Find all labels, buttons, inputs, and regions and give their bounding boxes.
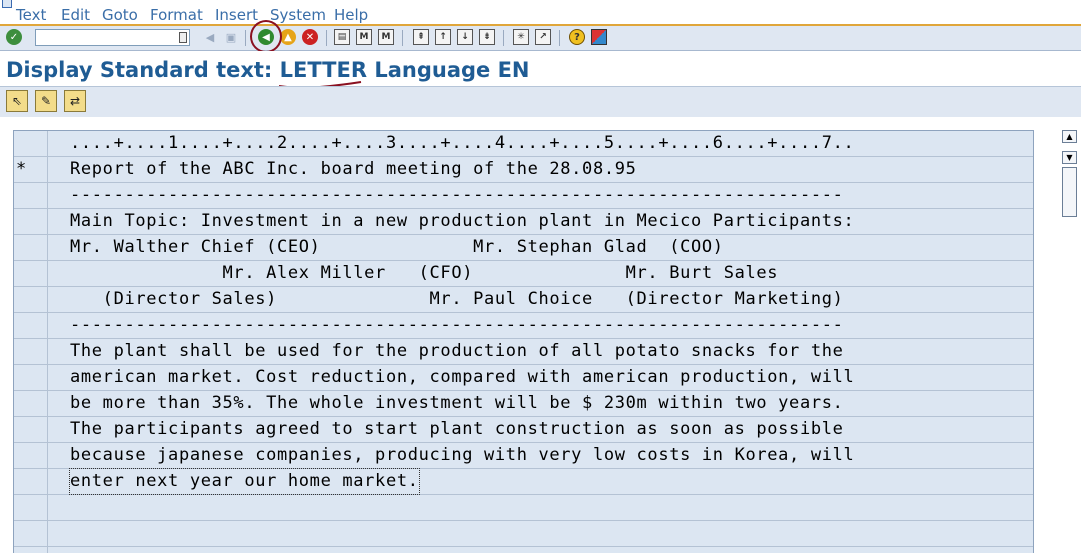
- paragraph-format[interactable]: [14, 235, 48, 260]
- toolbar-separator: [503, 30, 504, 46]
- cancel-icon[interactable]: ✕: [302, 29, 318, 45]
- shortcut-icon[interactable]: ↗: [535, 29, 551, 45]
- menu-text[interactable]: Text: [16, 6, 46, 24]
- editor-line[interactable]: Mr. Walther Chief (CEO) Mr. Stephan Glad…: [14, 235, 1033, 261]
- vertical-scrollbar[interactable]: ▲ ▼: [1062, 130, 1077, 553]
- command-input[interactable]: [36, 35, 176, 51]
- menu-system[interactable]: System: [270, 6, 326, 24]
- paragraph-format[interactable]: [14, 391, 48, 416]
- line-text[interactable]: Mr. Alex Miller (CFO) Mr. Burt Sales: [70, 261, 778, 286]
- scroll-down-icon[interactable]: ▼: [1062, 151, 1077, 164]
- title-bar: Display Standard text: LETTER Language E…: [0, 51, 1081, 89]
- scroll-up-icon[interactable]: ▲: [1062, 130, 1077, 143]
- next-page-icon[interactable]: ↓: [457, 29, 473, 45]
- toolbar-separator: [402, 30, 403, 46]
- paragraph-format[interactable]: [14, 547, 48, 553]
- editor-line[interactable]: (Director Sales) Mr. Paul Choice (Direct…: [14, 287, 1033, 313]
- change-mode-icon[interactable]: ✎: [35, 90, 57, 112]
- standard-toolbar: ✓ ◀ ▣ ◀ ▲ ✕ ▤ M M ⇞ ↑ ↓ ⇟ ✳ ↗ ?: [0, 26, 1081, 51]
- help-icon[interactable]: ?: [569, 29, 585, 45]
- paragraph-format[interactable]: [14, 131, 48, 156]
- scroll-thumb[interactable]: [1062, 167, 1077, 217]
- line-text[interactable]: american market. Cost reduction, compare…: [70, 365, 854, 390]
- editor-line[interactable]: be more than 35%. The whole investment w…: [14, 391, 1033, 417]
- customize-layout-icon[interactable]: [591, 29, 607, 45]
- line-text[interactable]: Report of the ABC Inc. board meeting of …: [70, 157, 637, 182]
- toolbar-separator: [326, 30, 327, 46]
- text-editor[interactable]: ....+....1....+....2....+....3....+....4…: [13, 130, 1034, 553]
- paragraph-format[interactable]: [14, 339, 48, 364]
- editor-line[interactable]: [14, 495, 1033, 521]
- toolbar-separator: [245, 30, 246, 46]
- line-text[interactable]: ----------------------------------------…: [70, 313, 844, 338]
- paragraph-format[interactable]: [14, 417, 48, 442]
- line-text[interactable]: The participants agreed to start plant c…: [70, 417, 844, 442]
- back-icon[interactable]: ◀: [258, 29, 274, 45]
- paragraph-format[interactable]: [14, 469, 48, 494]
- enter-icon[interactable]: ✓: [6, 29, 22, 45]
- menu-insert[interactable]: Insert: [215, 6, 258, 24]
- editor-line[interactable]: * Report of the ABC Inc. board meeting of…: [14, 157, 1033, 183]
- paragraph-format[interactable]: [14, 183, 48, 208]
- find-next-icon[interactable]: M: [378, 29, 394, 45]
- toolbar-separator: [559, 30, 560, 46]
- paragraph-format[interactable]: [14, 209, 48, 234]
- editor-line[interactable]: [14, 547, 1033, 553]
- command-history-icon[interactable]: [179, 32, 187, 43]
- first-page-icon[interactable]: ⇞: [413, 29, 429, 45]
- exit-icon[interactable]: ▲: [280, 29, 296, 45]
- editor-line[interactable]: The participants agreed to start plant c…: [14, 417, 1033, 443]
- paragraph-format[interactable]: [14, 365, 48, 390]
- editor-line[interactable]: Main Topic: Investment in a new producti…: [14, 209, 1033, 235]
- line-text[interactable]: enter next year our home market.: [69, 468, 420, 495]
- command-field[interactable]: [35, 29, 190, 51]
- menu-help[interactable]: Help: [334, 6, 368, 24]
- editor-line[interactable]: [14, 521, 1033, 547]
- editor-line[interactable]: ....+....1....+....2....+....3....+....4…: [14, 131, 1033, 157]
- line-text[interactable]: The plant shall be used for the producti…: [70, 339, 844, 364]
- application-toolbar: ⇖ ✎ ⇄: [0, 86, 1081, 118]
- collapse-arrow-icon[interactable]: ◀: [202, 29, 218, 45]
- find-icon[interactable]: M: [356, 29, 372, 45]
- paragraph-format[interactable]: [14, 495, 48, 520]
- line-text[interactable]: Main Topic: Investment in a new producti…: [70, 209, 854, 234]
- previous-page-icon[interactable]: ↑: [435, 29, 451, 45]
- paragraph-format[interactable]: [14, 521, 48, 546]
- menu-edit[interactable]: Edit: [61, 6, 90, 24]
- navigate-icon[interactable]: ⇄: [64, 90, 86, 112]
- paragraph-format[interactable]: [14, 261, 48, 286]
- print-icon[interactable]: ▤: [334, 29, 350, 45]
- menu-format[interactable]: Format: [150, 6, 203, 24]
- line-text[interactable]: ----------------------------------------…: [70, 183, 844, 208]
- editor-line[interactable]: Mr. Alex Miller (CFO) Mr. Burt Sales: [14, 261, 1033, 287]
- page-title: Display Standard text: LETTER Language E…: [6, 58, 530, 82]
- line-text[interactable]: Mr. Walther Chief (CEO) Mr. Stephan Glad…: [70, 235, 724, 260]
- create-session-icon[interactable]: ✳: [513, 29, 529, 45]
- editor-line[interactable]: enter next year our home market.: [14, 468, 1033, 495]
- menu-goto[interactable]: Goto: [102, 6, 138, 24]
- line-text[interactable]: because japanese companies, producing wi…: [70, 443, 854, 468]
- paragraph-format[interactable]: [14, 313, 48, 338]
- editor-line[interactable]: ----------------------------------------…: [14, 313, 1033, 339]
- paragraph-format[interactable]: [14, 443, 48, 468]
- paragraph-format[interactable]: *: [14, 157, 48, 182]
- line-text[interactable]: be more than 35%. The whole investment w…: [70, 391, 844, 416]
- save-icon[interactable]: ▣: [223, 29, 239, 45]
- paragraph-format[interactable]: [14, 287, 48, 312]
- editor-line[interactable]: because japanese companies, producing wi…: [14, 443, 1033, 469]
- editor-line[interactable]: american market. Cost reduction, compare…: [14, 365, 1033, 391]
- select-icon[interactable]: ⇖: [6, 90, 28, 112]
- sap-window-icon[interactable]: [2, 0, 12, 8]
- line-text[interactable]: ....+....1....+....2....+....3....+....4…: [70, 131, 854, 156]
- menu-bar: Text Edit Goto Format Insert System Help: [0, 0, 1081, 26]
- line-text[interactable]: (Director Sales) Mr. Paul Choice (Direct…: [70, 287, 844, 312]
- content-area: ....+....1....+....2....+....3....+....4…: [0, 117, 1081, 553]
- editor-line[interactable]: ----------------------------------------…: [14, 183, 1033, 209]
- editor-line[interactable]: The plant shall be used for the producti…: [14, 339, 1033, 365]
- last-page-icon[interactable]: ⇟: [479, 29, 495, 45]
